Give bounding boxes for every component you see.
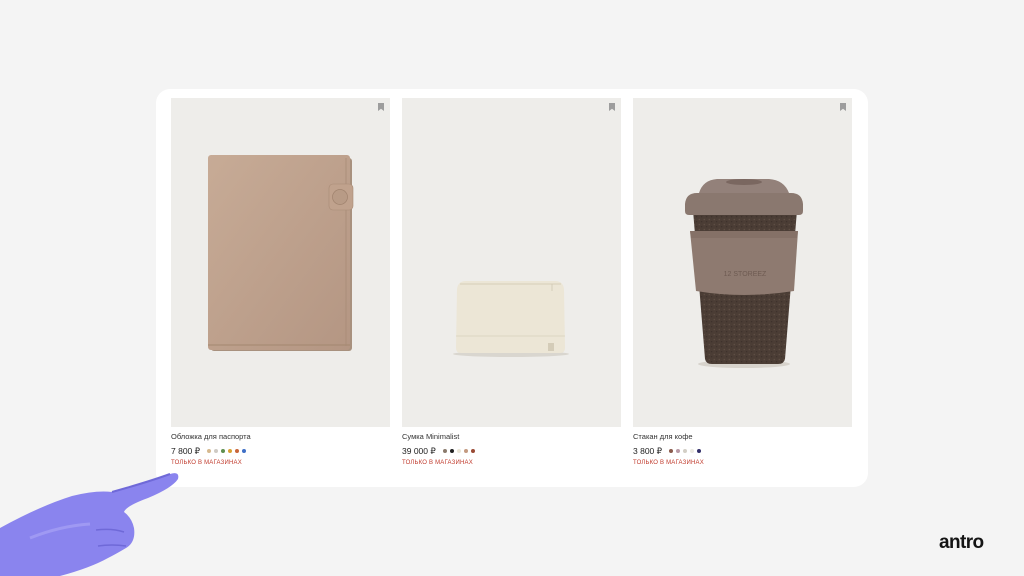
color-swatch[interactable] <box>676 449 681 453</box>
color-swatches <box>442 449 478 453</box>
color-swatches <box>669 449 704 453</box>
minimalist-bag-illustration <box>453 281 569 357</box>
product-price: 3 800 ₽ <box>633 445 663 456</box>
color-swatch[interactable] <box>221 449 226 453</box>
price-row: 39 000 ₽ <box>402 445 621 457</box>
product-image[interactable] <box>402 98 621 427</box>
product-grid-panel: Обложка для паспорта 7 800 ₽ ТОЛЬКО В МА… <box>156 89 868 487</box>
passport-cover-illustration <box>208 155 354 351</box>
color-swatch[interactable] <box>235 449 240 453</box>
product-price: 7 800 ₽ <box>171 445 201 456</box>
price-row: 7 800 ₽ <box>171 445 390 457</box>
color-swatch[interactable] <box>442 449 447 453</box>
product-name[interactable]: Сумка Minimalist <box>402 432 621 442</box>
color-swatch[interactable] <box>242 449 247 453</box>
color-swatch[interactable] <box>228 449 233 453</box>
color-swatch[interactable] <box>449 449 454 453</box>
product-name[interactable]: Стакан для кофе <box>633 432 852 442</box>
price-row: 3 800 ₽ <box>633 445 852 457</box>
product-card-coffee-cup[interactable]: 12 STOREEZ Стакан для кофе 3 800 ₽ ТОЛЬК… <box>633 98 852 466</box>
color-swatches <box>207 449 249 453</box>
availability-label: ТОЛЬКО В МАГАЗИНАХ <box>402 460 473 466</box>
product-image[interactable] <box>171 98 390 427</box>
availability-label: ТОЛЬКО В МАГАЗИНАХ <box>633 460 704 466</box>
cup-print: 12 STOREEZ <box>724 271 767 278</box>
color-swatch[interactable] <box>690 449 695 453</box>
color-swatch[interactable] <box>463 449 468 453</box>
pointing-hand-illustration <box>0 473 179 576</box>
product-name[interactable]: Обложка для паспорта <box>171 432 390 442</box>
color-swatch[interactable] <box>456 449 461 453</box>
color-swatch[interactable] <box>683 449 688 453</box>
color-swatch[interactable] <box>697 449 702 453</box>
product-price: 39 000 ₽ <box>402 445 436 456</box>
color-swatch[interactable] <box>207 449 212 453</box>
coffee-cup-illustration: 12 STOREEZ <box>685 179 803 368</box>
product-image[interactable]: 12 STOREEZ <box>633 98 852 427</box>
color-swatch[interactable] <box>214 449 219 453</box>
brand-logo: antro <box>939 532 984 553</box>
availability-label: ТОЛЬКО В МАГАЗИНАХ <box>171 460 242 466</box>
product-card-passport-cover[interactable]: Обложка для паспорта 7 800 ₽ ТОЛЬКО В МА… <box>171 98 390 466</box>
color-swatch[interactable] <box>669 449 674 453</box>
color-swatch[interactable] <box>470 449 475 453</box>
product-card-minimalist-bag[interactable]: Сумка Minimalist 39 000 ₽ ТОЛЬКО В МАГАЗ… <box>402 98 621 466</box>
